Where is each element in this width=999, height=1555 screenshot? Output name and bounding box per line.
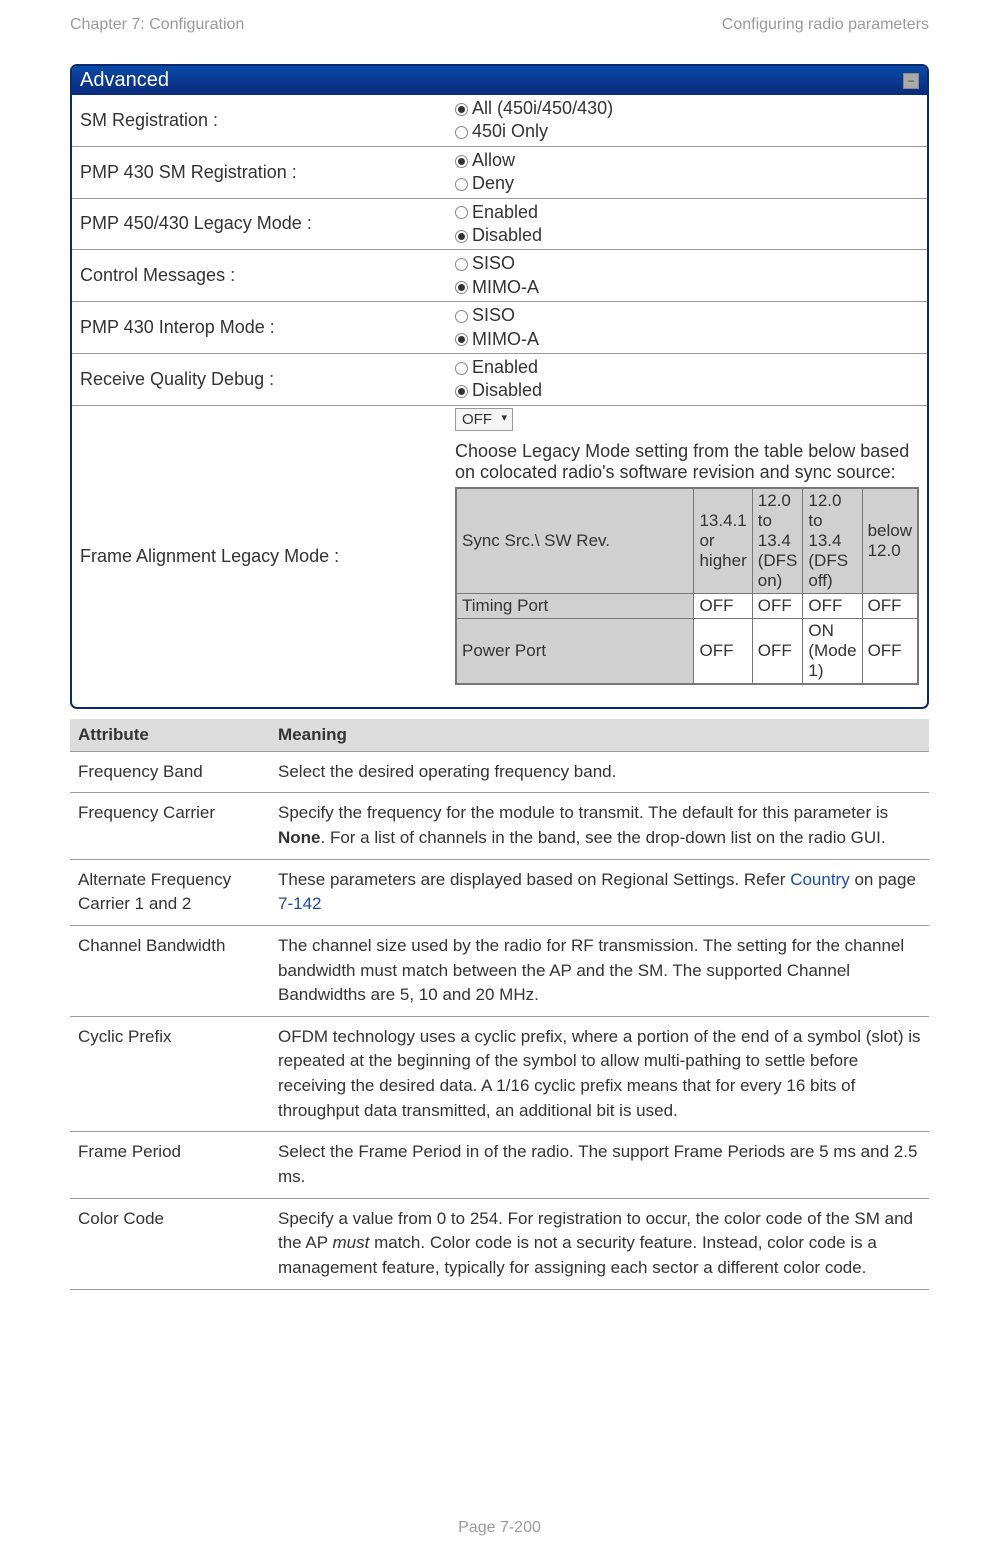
- setting-label: PMP 430 Interop Mode :: [72, 302, 447, 354]
- attr-meaning: The channel size used by the radio for R…: [270, 925, 929, 1016]
- table-row: Color Code Specify a value from 0 to 254…: [70, 1198, 929, 1289]
- country-link[interactable]: Country: [790, 870, 850, 889]
- radio-icon[interactable]: [455, 362, 468, 375]
- setting-row: Frame Alignment Legacy Mode : OFF Choose…: [72, 405, 927, 707]
- setting-row: Receive Quality Debug : Enabled Disabled: [72, 353, 927, 405]
- table-row: Timing Port OFF OFF OFF OFF: [456, 593, 918, 618]
- advanced-panel: Advanced − SM Registration : All (450i/4…: [70, 64, 929, 709]
- legacy-mode-select[interactable]: OFF: [455, 408, 513, 431]
- setting-row: PMP 430 SM Registration : Allow Deny: [72, 146, 927, 198]
- attr-name: Channel Bandwidth: [70, 925, 270, 1016]
- table-cell: OFF: [803, 593, 862, 618]
- setting-label: Receive Quality Debug :: [72, 353, 447, 405]
- attr-header-meaning: Meaning: [270, 719, 929, 752]
- radio-icon[interactable]: [455, 258, 468, 271]
- radio-icon[interactable]: [455, 155, 468, 168]
- table-row: Channel Bandwidth The channel size used …: [70, 925, 929, 1016]
- attr-header-attribute: Attribute: [70, 719, 270, 752]
- table-cell: OFF: [862, 618, 918, 684]
- header-section: Configuring radio parameters: [722, 16, 929, 34]
- page-link[interactable]: 7-142: [278, 894, 321, 913]
- table-cell: Timing Port: [456, 593, 694, 618]
- table-cell: OFF: [752, 618, 803, 684]
- radio-label: Allow: [472, 150, 515, 170]
- setting-label: PMP 450/430 Legacy Mode :: [72, 198, 447, 250]
- radio-icon[interactable]: [455, 385, 468, 398]
- setting-label: Frame Alignment Legacy Mode :: [72, 405, 447, 707]
- radio-label: Enabled: [472, 202, 538, 222]
- table-cell: OFF: [752, 593, 803, 618]
- table-header: 12.0 to 13.4 (DFS on): [752, 488, 803, 594]
- table-row: Frame Period Select the Frame Period in …: [70, 1132, 929, 1198]
- table-row: Frequency Band Select the desired operat…: [70, 751, 929, 793]
- setting-label: Control Messages :: [72, 250, 447, 302]
- radio-label: MIMO-A: [472, 329, 539, 349]
- legacy-help-text: Choose Legacy Mode setting from the tabl…: [455, 441, 919, 483]
- table-cell: OFF: [694, 593, 752, 618]
- radio-label: MIMO-A: [472, 277, 539, 297]
- setting-row: Control Messages : SISO MIMO-A: [72, 250, 927, 302]
- collapse-icon[interactable]: −: [903, 73, 919, 89]
- attribute-table: Attribute Meaning Frequency Band Select …: [70, 719, 929, 1290]
- attr-meaning: OFDM technology uses a cyclic prefix, wh…: [270, 1016, 929, 1132]
- table-cell: OFF: [694, 618, 752, 684]
- attr-name: Frame Period: [70, 1132, 270, 1198]
- attr-name: Color Code: [70, 1198, 270, 1289]
- table-header: below 12.0: [862, 488, 918, 594]
- panel-title: Advanced: [80, 69, 169, 92]
- radio-label: Disabled: [472, 380, 542, 400]
- setting-row: PMP 450/430 Legacy Mode : Enabled Disabl…: [72, 198, 927, 250]
- table-header: Sync Src.\ SW Rev.: [456, 488, 694, 594]
- radio-icon[interactable]: [455, 178, 468, 191]
- table-row: Power Port OFF OFF ON (Mode 1) OFF: [456, 618, 918, 684]
- radio-label: SISO: [472, 253, 515, 273]
- setting-row: SM Registration : All (450i/450/430) 450…: [72, 95, 927, 146]
- legacy-mode-table: Sync Src.\ SW Rev. 13.4.1 or higher 12.0…: [455, 487, 919, 685]
- table-cell: OFF: [862, 593, 918, 618]
- radio-icon[interactable]: [455, 333, 468, 346]
- setting-row: PMP 430 Interop Mode : SISO MIMO-A: [72, 302, 927, 354]
- radio-icon[interactable]: [455, 103, 468, 116]
- radio-icon[interactable]: [455, 310, 468, 323]
- attr-meaning: Select the Frame Period in of the radio.…: [270, 1132, 929, 1198]
- radio-icon[interactable]: [455, 281, 468, 294]
- table-row: Cyclic Prefix OFDM technology uses a cyc…: [70, 1016, 929, 1132]
- radio-label: Deny: [472, 173, 514, 193]
- table-row: Frequency Carrier Specify the frequency …: [70, 793, 929, 859]
- table-row: Alternate Frequency Carrier 1 and 2 Thes…: [70, 859, 929, 925]
- setting-label: PMP 430 SM Registration :: [72, 146, 447, 198]
- attr-meaning: These parameters are displayed based on …: [270, 859, 929, 925]
- attr-name: Cyclic Prefix: [70, 1016, 270, 1132]
- table-cell: ON (Mode 1): [803, 618, 862, 684]
- radio-label: All (450i/450/430): [472, 98, 613, 118]
- radio-label: Disabled: [472, 225, 542, 245]
- radio-icon[interactable]: [455, 126, 468, 139]
- radio-icon[interactable]: [455, 230, 468, 243]
- attr-meaning: Specify a value from 0 to 254. For regis…: [270, 1198, 929, 1289]
- radio-icon[interactable]: [455, 206, 468, 219]
- table-cell: Power Port: [456, 618, 694, 684]
- table-header: 13.4.1 or higher: [694, 488, 752, 594]
- attr-meaning: Specify the frequency for the module to …: [270, 793, 929, 859]
- radio-label: SISO: [472, 305, 515, 325]
- attr-meaning: Select the desired operating frequency b…: [270, 751, 929, 793]
- attr-name: Frequency Band: [70, 751, 270, 793]
- radio-label: Enabled: [472, 357, 538, 377]
- header-chapter: Chapter 7: Configuration: [70, 16, 244, 34]
- radio-label: 450i Only: [472, 121, 548, 141]
- table-header: 12.0 to 13.4 (DFS off): [803, 488, 862, 594]
- attr-name: Frequency Carrier: [70, 793, 270, 859]
- attr-name: Alternate Frequency Carrier 1 and 2: [70, 859, 270, 925]
- page-footer: Page 7-200: [0, 1519, 999, 1537]
- setting-label: SM Registration :: [72, 95, 447, 146]
